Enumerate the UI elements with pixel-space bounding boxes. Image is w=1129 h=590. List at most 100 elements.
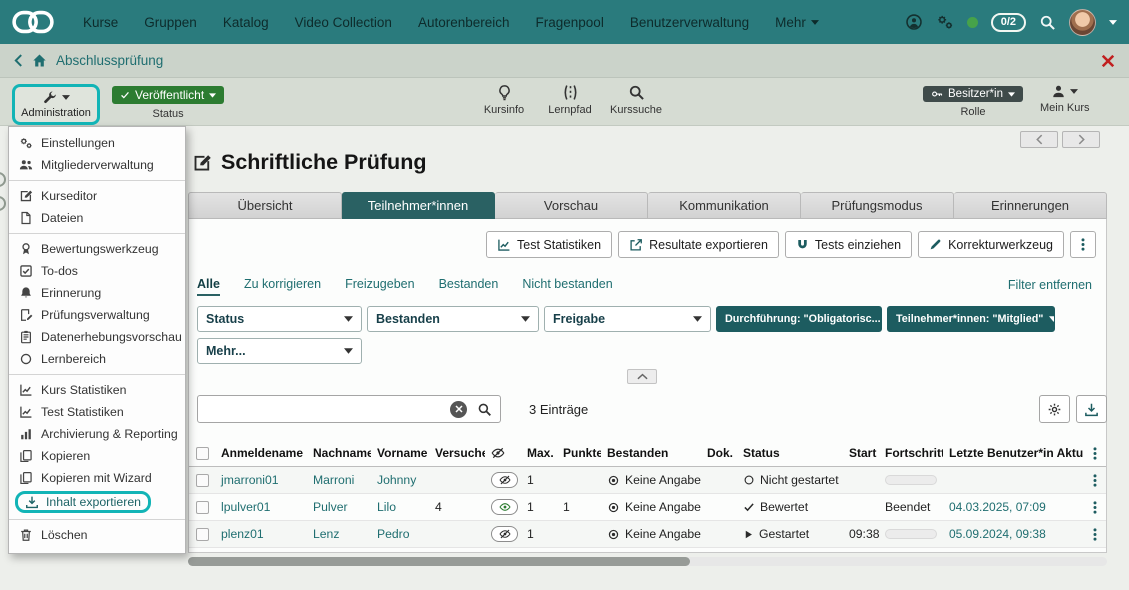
col-vorname[interactable]: Vorname xyxy=(371,446,429,460)
role-badge[interactable]: Besitzer*in xyxy=(923,86,1023,102)
col-punkte[interactable]: Punkte xyxy=(557,446,601,460)
status-badge[interactable]: Veröffentlicht xyxy=(112,86,224,104)
support-icon[interactable] xyxy=(905,13,923,31)
row-menu-button[interactable] xyxy=(1083,501,1107,514)
user-lastname-link[interactable]: Lenz xyxy=(313,527,339,541)
tab-pruefungsmodus[interactable]: Prüfungsmodus xyxy=(801,192,954,219)
row-menu-button[interactable] xyxy=(1083,474,1107,487)
kursinfo-button[interactable]: Kursinfo xyxy=(478,84,530,116)
admin-menu-item-lernbereich[interactable]: Lernbereich xyxy=(9,348,185,370)
col-visibility[interactable] xyxy=(485,446,521,460)
tab-kommunikation[interactable]: Kommunikation xyxy=(648,192,801,219)
search-icon[interactable] xyxy=(477,402,492,417)
filter-mehr-dropdown[interactable]: Mehr... xyxy=(197,338,362,364)
nav-item-mehr[interactable]: Mehr xyxy=(762,0,832,44)
presence-count-badge[interactable]: 0/2 xyxy=(991,13,1026,32)
filter-durchfuehrung-dropdown[interactable]: Durchführung: "Obligatorisc... xyxy=(716,306,882,332)
admin-menu-item-test-statistiken[interactable]: Test Statistiken xyxy=(9,401,185,423)
filter-freigabe-dropdown[interactable]: Freigabe xyxy=(544,306,711,332)
search-icon[interactable] xyxy=(1039,14,1056,31)
breadcrumb-course-link[interactable]: Abschlussprüfung xyxy=(56,53,163,68)
admin-menu-item-kopieren-mit-wizard[interactable]: Kopieren mit Wizard xyxy=(9,467,185,489)
admin-menu-item-pruefungsverwaltung[interactable]: Prüfungsverwaltung xyxy=(9,304,185,326)
lernpfad-button[interactable]: Lernpfad xyxy=(544,84,596,116)
tab-teilnehmer[interactable]: Teilnehmer*innen xyxy=(342,192,495,219)
user-login-link[interactable]: lpulver01 xyxy=(221,500,270,514)
tab-erinnerungen[interactable]: Erinnerungen xyxy=(954,192,1107,219)
filter-tab-nicht-bestanden[interactable]: Nicht bestanden xyxy=(522,277,612,296)
col-versuche[interactable]: Versuche xyxy=(429,446,485,460)
col-anmeldename[interactable]: Anmeldename xyxy=(215,446,307,460)
col-max[interactable]: Max. xyxy=(521,446,557,460)
more-actions-button[interactable] xyxy=(1070,231,1096,258)
nav-item-autorenbereich[interactable]: Autorenbereich xyxy=(405,0,523,44)
kurssuche-button[interactable]: Kurssuche xyxy=(610,84,662,116)
visibility-badge[interactable] xyxy=(491,499,518,515)
filter-bestanden-dropdown[interactable]: Bestanden xyxy=(367,306,539,332)
row-checkbox[interactable] xyxy=(189,501,215,514)
user-firstname-link[interactable]: Pedro xyxy=(377,527,410,541)
select-all-checkbox[interactable] xyxy=(189,447,215,460)
pager-next-button[interactable] xyxy=(1062,131,1100,148)
test-statistics-button[interactable]: Test Statistiken xyxy=(486,231,612,258)
row-checkbox[interactable] xyxy=(189,474,215,487)
nav-item-katalog[interactable]: Katalog xyxy=(210,0,282,44)
home-icon[interactable] xyxy=(32,53,47,68)
user-login-link[interactable]: jmarroni01 xyxy=(221,473,279,487)
search-input[interactable] xyxy=(206,402,440,417)
admin-menu-item-dateien[interactable]: Dateien xyxy=(9,207,185,229)
user-lastname-link[interactable]: Marroni xyxy=(313,473,354,487)
admin-menu-item-todos[interactable]: To-dos xyxy=(9,260,185,282)
collect-tests-button[interactable]: Tests einziehen xyxy=(785,231,912,258)
col-status[interactable]: Status xyxy=(737,446,843,460)
admin-menu-item-kurseditor[interactable]: Kurseditor xyxy=(9,185,185,207)
col-letzte-aktualisierung[interactable]: Letzte Benutzer*in Aktua xyxy=(943,446,1083,460)
tab-vorschau[interactable]: Vorschau xyxy=(495,192,648,219)
nav-item-gruppen[interactable]: Gruppen xyxy=(131,0,210,44)
user-firstname-link[interactable]: Johnny xyxy=(377,473,416,487)
collapse-filters-button[interactable] xyxy=(627,369,657,384)
chevron-down-icon[interactable] xyxy=(1109,20,1117,25)
nav-item-kurse[interactable]: Kurse xyxy=(70,0,131,44)
my-course-button[interactable]: Mein Kurs xyxy=(1040,84,1090,114)
filter-teilnehmer-dropdown[interactable]: Teilnehmer*innen: "Mitglied" xyxy=(887,306,1055,332)
filter-tab-alle[interactable]: Alle xyxy=(197,277,220,296)
user-firstname-link[interactable]: Lilo xyxy=(377,500,396,514)
admin-menu-item-loeschen[interactable]: Löschen xyxy=(9,524,185,546)
table-header-menu[interactable] xyxy=(1083,447,1107,460)
close-icon[interactable] xyxy=(1101,54,1115,68)
nav-item-fragenpool[interactable]: Fragenpool xyxy=(523,0,617,44)
table-settings-button[interactable] xyxy=(1039,395,1070,423)
col-nachname[interactable]: Nachname xyxy=(307,446,371,460)
pager-prev-button[interactable] xyxy=(1020,131,1058,148)
clear-search-button[interactable] xyxy=(450,401,467,418)
col-fortschritt[interactable]: Fortschritt xyxy=(879,446,943,460)
admin-menu-item-mitgliederverwaltung[interactable]: Mitgliederverwaltung xyxy=(9,154,185,176)
user-login-link[interactable]: plenz01 xyxy=(221,527,264,541)
row-menu-button[interactable] xyxy=(1083,528,1107,541)
filter-tab-freizugeben[interactable]: Freizugeben xyxy=(345,277,415,296)
user-avatar[interactable] xyxy=(1069,9,1096,36)
nav-item-video-collection[interactable]: Video Collection xyxy=(282,0,405,44)
table-download-button[interactable] xyxy=(1076,395,1107,423)
col-start[interactable]: Start xyxy=(843,446,879,460)
administration-button[interactable]: Administration xyxy=(12,84,100,125)
tab-uebersicht[interactable]: Übersicht xyxy=(188,192,342,219)
col-bestanden[interactable]: Bestanden xyxy=(601,446,701,460)
horizontal-scrollbar[interactable] xyxy=(188,557,1107,566)
admin-menu-item-bewertungswerkzeug[interactable]: Bewertungswerkzeug xyxy=(9,238,185,260)
nav-item-benutzerverwaltung[interactable]: Benutzerverwaltung xyxy=(617,0,762,44)
back-chevron-icon[interactable] xyxy=(14,54,23,67)
filter-status-dropdown[interactable]: Status xyxy=(197,306,362,332)
admin-menu-item-archivierung-reporting[interactable]: Archivierung & Reporting xyxy=(9,423,185,445)
admin-menu-item-einstellungen[interactable]: Einstellungen xyxy=(9,132,185,154)
filter-tab-bestanden[interactable]: Bestanden xyxy=(439,277,499,296)
visibility-badge[interactable] xyxy=(491,526,518,542)
remove-filters-link[interactable]: Filter entfernen xyxy=(1008,278,1092,292)
visibility-badge[interactable] xyxy=(491,472,518,488)
col-dok[interactable]: Dok. xyxy=(701,446,737,460)
user-lastname-link[interactable]: Pulver xyxy=(313,500,348,514)
scrollbar-thumb[interactable] xyxy=(188,557,690,566)
filter-tab-zu-korrigieren[interactable]: Zu korrigieren xyxy=(244,277,321,296)
admin-menu-item-inhalt-exportieren[interactable]: Inhalt exportieren xyxy=(9,489,185,515)
